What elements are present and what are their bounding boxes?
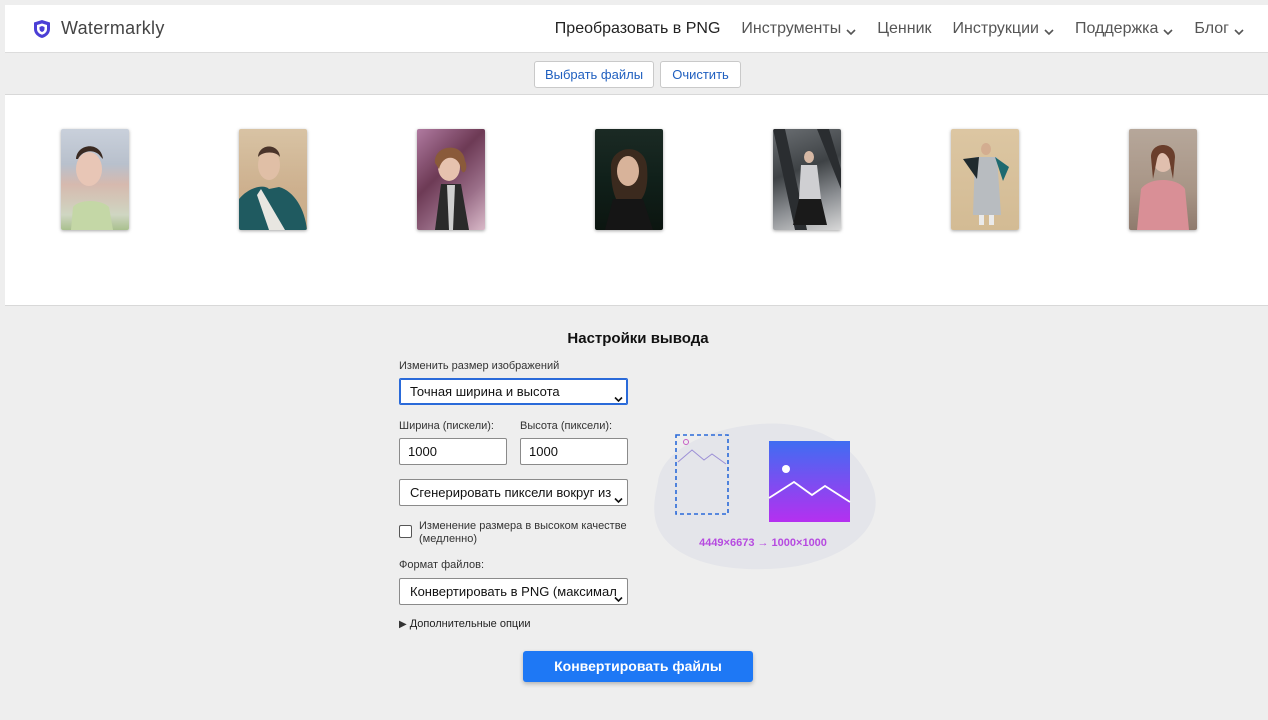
chevron-down-icon bbox=[614, 587, 623, 603]
image-thumbnail[interactable] bbox=[773, 129, 841, 230]
nav-convert-png[interactable]: Преобразовать в PNG bbox=[555, 20, 721, 38]
more-options-label: Дополнительные опции bbox=[409, 618, 531, 630]
high-quality-checkbox[interactable] bbox=[399, 525, 412, 538]
main-nav: Преобразовать в PNG Инструменты Ценник И… bbox=[534, 5, 1244, 53]
image-thumbnail[interactable] bbox=[239, 129, 307, 230]
shield-logo-icon bbox=[33, 19, 51, 39]
nav-label: Инструкции bbox=[952, 20, 1039, 37]
brand-name: Watermarkly bbox=[61, 18, 165, 38]
chevron-down-icon bbox=[1163, 24, 1173, 36]
image-thumbnail[interactable] bbox=[951, 129, 1019, 230]
resize-select[interactable]: Точная ширина и высота bbox=[399, 378, 628, 405]
clear-button[interactable]: Очистить bbox=[660, 61, 741, 88]
chevron-down-icon bbox=[614, 387, 623, 403]
site-header: Watermarkly Преобразовать в PNG Инструме… bbox=[5, 5, 1268, 53]
width-input[interactable]: 1000 bbox=[399, 438, 507, 465]
more-options-toggle[interactable]: ▶ Дополнительные опции bbox=[399, 618, 531, 630]
nav-blog[interactable]: Блог bbox=[1194, 20, 1244, 38]
height-label: Высота (пиксели): bbox=[520, 420, 613, 432]
fill-mode-select-value: Сгенерировать пиксели вокруг из bbox=[410, 485, 612, 500]
nav-label: Ценник bbox=[877, 20, 932, 37]
brand-logo[interactable]: Watermarkly bbox=[33, 18, 165, 39]
format-label: Формат файлов: bbox=[399, 559, 485, 571]
nav-support[interactable]: Поддержка bbox=[1075, 20, 1173, 38]
image-thumbnail[interactable] bbox=[595, 129, 663, 230]
dimensions-text: 4449×6673 → 1000×1000 bbox=[699, 537, 827, 549]
nav-label: Инструменты bbox=[741, 20, 842, 37]
format-select-value: Конвертировать в PNG (максимал bbox=[410, 584, 617, 599]
nav-label: Поддержка bbox=[1074, 20, 1159, 37]
chevron-down-icon bbox=[1044, 24, 1054, 36]
high-quality-label: Изменение размера в высоком качестве (ме… bbox=[419, 520, 627, 545]
nav-tools[interactable]: Инструменты bbox=[741, 20, 856, 38]
image-thumbnail[interactable] bbox=[61, 129, 129, 230]
image-thumbnail[interactable] bbox=[1129, 129, 1197, 230]
settings-title: Настройки вывода bbox=[567, 330, 709, 347]
resize-label: Изменить размер изображений bbox=[399, 360, 560, 372]
format-select[interactable]: Конвертировать в PNG (максимал bbox=[399, 578, 628, 605]
chevron-down-icon bbox=[846, 24, 856, 36]
height-input[interactable]: 1000 bbox=[520, 438, 628, 465]
nav-label: Преобразовать в PNG bbox=[554, 20, 721, 37]
nav-instructions[interactable]: Инструкции bbox=[953, 20, 1054, 38]
image-gallery bbox=[5, 95, 1268, 306]
fill-mode-select[interactable]: Сгенерировать пиксели вокруг из bbox=[399, 479, 628, 506]
triangle-right-icon: ▶ bbox=[399, 619, 407, 630]
file-toolbar: Выбрать файлы Очистить bbox=[5, 54, 1268, 95]
select-files-button[interactable]: Выбрать файлы bbox=[534, 61, 654, 88]
convert-files-button[interactable]: Конвертировать файлы bbox=[523, 651, 753, 682]
resize-select-value: Точная ширина и высота bbox=[410, 384, 560, 399]
nav-label: Блог bbox=[1194, 20, 1229, 37]
width-label: Ширина (пискели): bbox=[399, 420, 494, 432]
image-thumbnail[interactable] bbox=[417, 129, 485, 230]
chevron-down-icon bbox=[614, 488, 623, 504]
chevron-down-icon bbox=[1234, 24, 1244, 36]
nav-pricing[interactable]: Ценник bbox=[877, 20, 931, 38]
